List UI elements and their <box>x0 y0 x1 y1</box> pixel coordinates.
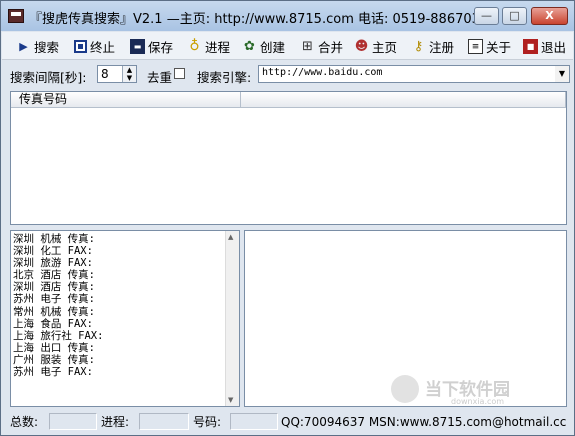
keyword-line: 北京 酒店 传真: <box>13 269 95 282</box>
merge-button[interactable]: ⊞ 合并 <box>300 36 343 56</box>
about-button[interactable]: ≡ 关于 <box>468 36 511 56</box>
keyword-line: 上海 出口 传真: <box>13 341 95 354</box>
keyword-memo[interactable]: 深圳 机械 传真: 深圳 化工 FAX: 深圳 旅游 FAX: 北京 酒店 传真: 深圳… <box>10 230 240 407</box>
scroll-down-icon[interactable]: ▼ <box>228 396 233 404</box>
key-icon: ⚷ <box>413 38 424 54</box>
register-button[interactable]: ⚷ 注册 <box>411 36 454 56</box>
app-icon <box>8 9 24 23</box>
interval-spinner[interactable]: 8 ▲ ▼ <box>97 65 137 83</box>
minimize-button[interactable]: — <box>474 7 499 25</box>
search-button[interactable]: ▶ 搜索 <box>16 36 59 56</box>
toolbar: ▶ 搜索 终止 ▬ 保存 ♁ 进程 ✿ 创建 ⊞ 合并 ☻ 主页 ⚷ 注册 ≡ … <box>2 32 573 60</box>
window-title: 『搜虎传真搜索』V2.1 —主页: http://www.8715.com 电话… <box>29 12 497 27</box>
dedupe-label: 去重 <box>147 70 173 85</box>
close-button[interactable]: X <box>531 7 568 25</box>
results-list[interactable]: 传真号码 <box>10 91 567 225</box>
dedupe-checkbox[interactable] <box>174 68 185 79</box>
keyword-scrollbar[interactable]: ▲ ▼ <box>225 231 239 406</box>
create-icon: ✿ <box>244 38 255 54</box>
title-bar: 『搜虎传真搜索』V2.1 —主页: http://www.8715.com 电话… <box>1 1 574 31</box>
keyword-line: 上海 旅行社 FAX: <box>13 329 104 342</box>
search-button-label: 搜索 <box>34 39 60 55</box>
create-button-label: 创建 <box>260 39 286 55</box>
watermark: 当下软件园 downxia.com <box>391 373 561 407</box>
merge-button-label: 合并 <box>318 39 344 55</box>
book-icon: ≡ <box>468 38 483 54</box>
status-contact: QQ:70094637 MSN:www.8715.com@hotmail.cc <box>281 415 567 429</box>
empty-column-header <box>241 92 566 108</box>
save-button[interactable]: ▬ 保存 <box>130 36 173 56</box>
people-icon: ☻ <box>354 38 369 54</box>
register-button-label: 注册 <box>429 39 455 55</box>
status-progress-value <box>139 413 189 430</box>
watermark-logo-icon <box>391 375 419 403</box>
create-button[interactable]: ✿ 创建 <box>242 36 285 56</box>
status-number-label: 号码: <box>193 415 222 429</box>
exit-icon: ■ <box>523 38 538 54</box>
status-total-label: 总数: <box>10 415 39 429</box>
merge-icon: ⊞ <box>302 38 313 54</box>
keyword-line: 深圳 酒店 传真: <box>13 281 95 294</box>
homepage-button-label: 主页 <box>372 39 398 55</box>
keyword-line: 苏州 电子 传真: <box>13 293 95 306</box>
watermark-subtext: downxia.com <box>451 397 505 406</box>
process-button[interactable]: ♁ 进程 <box>187 36 230 56</box>
exit-button-label: 退出 <box>541 39 567 55</box>
keyword-line: 苏州 电子 FAX: <box>13 366 93 379</box>
status-number-value <box>230 413 278 430</box>
keyword-line: 常州 机械 传真: <box>13 305 95 318</box>
chevron-down-icon[interactable]: ▼ <box>555 66 569 82</box>
keyword-lines: 深圳 机械 传真: 深圳 化工 FAX: 深圳 旅游 FAX: 北京 酒店 传真: 深圳… <box>13 233 103 378</box>
save-button-label: 保存 <box>148 39 174 55</box>
homepage-button[interactable]: ☻ 主页 <box>354 36 397 56</box>
keyword-line: 上海 食品 FAX: <box>13 317 93 330</box>
interval-label: 搜索间隔[秒]: <box>10 70 87 85</box>
keyword-line: 深圳 机械 传真: <box>13 233 95 245</box>
engine-label: 搜索引擎: <box>197 70 252 85</box>
play-icon: ▶ <box>19 39 28 53</box>
keyword-line: 深圳 旅游 FAX: <box>13 257 93 270</box>
exit-button[interactable]: ■ 退出 <box>523 36 566 56</box>
stop-button[interactable]: 终止 <box>74 36 115 56</box>
status-progress-label: 进程: <box>101 415 130 429</box>
status-total-value <box>49 413 97 430</box>
status-bar: 总数: 进程: 号码: QQ:70094637 MSN:www.8715.com… <box>2 411 573 434</box>
engine-select[interactable]: http://www.baidu.com ▼ <box>258 65 570 83</box>
scroll-up-icon[interactable]: ▲ <box>228 233 233 241</box>
engine-value: http://www.baidu.com <box>262 67 383 78</box>
keyword-line: 广州 服装 传真: <box>13 353 95 366</box>
spinner-arrows-icon[interactable]: ▲ ▼ <box>122 66 136 82</box>
interval-value: 8 <box>101 67 109 81</box>
process-button-label: 进程 <box>205 39 231 55</box>
options-row: 搜索间隔[秒]: 8 ▲ ▼ 去重 搜索引擎: http://www.baidu.… <box>2 61 573 87</box>
stop-button-label: 终止 <box>90 39 116 55</box>
disk-icon: ▬ <box>130 38 145 54</box>
bulb-icon: ♁ <box>189 37 200 54</box>
maximize-button[interactable]: □ <box>502 7 527 25</box>
fax-number-column-header[interactable]: 传真号码 <box>11 92 241 108</box>
stop-icon <box>74 39 87 53</box>
app-window: 『搜虎传真搜索』V2.1 —主页: http://www.8715.com 电话… <box>0 0 575 436</box>
keyword-line: 深圳 化工 FAX: <box>13 245 93 258</box>
about-button-label: 关于 <box>486 39 512 55</box>
